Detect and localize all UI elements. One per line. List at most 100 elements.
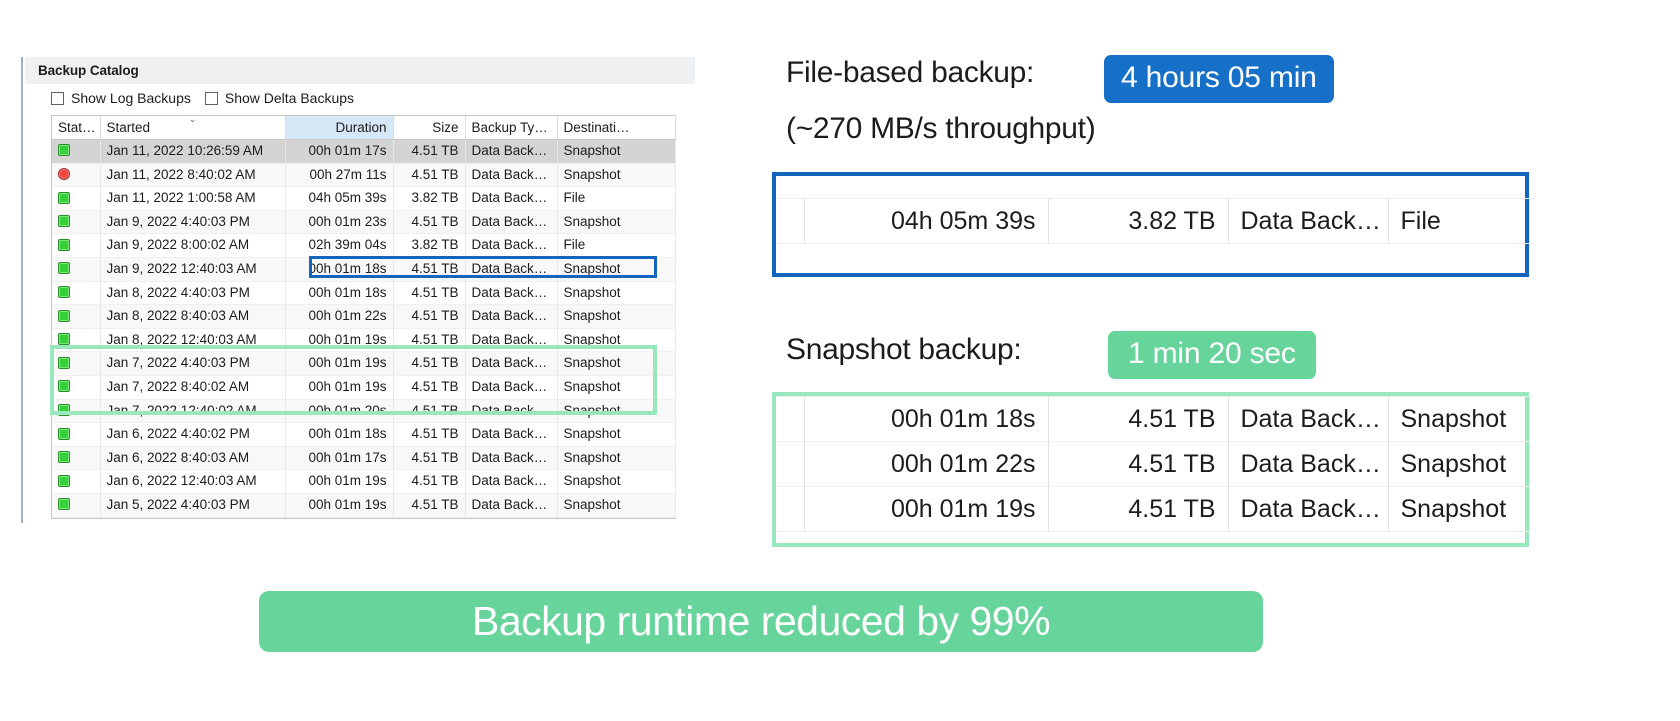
cell-destination: File: [557, 186, 676, 211]
snapshot-backup-duration-pill: 1 min 20 sec: [1108, 331, 1316, 379]
cell-size: 3.82 TB: [393, 186, 466, 211]
cell-started: Jan 11, 2022 1:00:58 AM: [100, 186, 286, 211]
cell-backup-type: Data Back…: [1228, 441, 1389, 487]
cell-size: 4.51 TB: [393, 469, 466, 494]
snapshot-backup-zoom-callout: 00h 01m 18s 4.51 TB Data Back… Snapshot 00h …: [772, 392, 1530, 547]
cell-size: 4.51 TB: [393, 375, 466, 400]
table-row[interactable]: Jan 6, 2022 12:40:03 AM 00h 01m 19s 4.51 T…: [52, 469, 676, 494]
table-row[interactable]: Jan 5, 2022 4:40:03 PM 00h 01m 19s 4.51 TB…: [52, 493, 676, 518]
checkbox-show-log-backups[interactable]: Show Log Backups: [51, 90, 191, 106]
cell-size: 4.51 TB: [393, 493, 466, 518]
cell-size: 4.51 TB: [393, 163, 466, 188]
cell-status: [52, 422, 101, 447]
cell-started: Jan 11, 2022 8:40:02 AM: [100, 163, 286, 188]
cell-destination: Snapshot: [557, 139, 676, 164]
cell-backup-type: Data Back…: [465, 399, 558, 424]
checkbox-label: Show Log Backups: [71, 90, 191, 106]
cell-duration: 00h 01m 17s: [285, 139, 394, 164]
cell-backup-type: Data Back…: [465, 446, 558, 471]
zoom-table-row: 00h 01m 18s 4.51 TB Data Back… Snapshot: [776, 396, 1530, 442]
cell-destination: Snapshot: [557, 469, 676, 494]
cell-duration: 00h 27m 11s: [285, 163, 394, 188]
cell-status: [52, 233, 101, 258]
status-ok-icon: [58, 191, 70, 204]
cell-size: 4.51 TB: [393, 328, 466, 353]
cell-destination: Snapshot: [557, 304, 676, 329]
status-ok-icon: [58, 474, 70, 487]
cell-backup-type: Data Back…: [1228, 198, 1389, 244]
cell-status: [52, 493, 101, 518]
table-row[interactable]: Jan 9, 2022 4:40:03 PM 00h 01m 23s 4.51 TB…: [52, 210, 676, 235]
cell-started: Jan 8, 2022 12:40:03 AM: [100, 328, 286, 353]
cell-destination: Snapshot: [1388, 396, 1530, 442]
zoom-table-row: 00h 01m 22s 4.51 TB Data Back… Snapshot: [776, 441, 1530, 487]
cell-size: 4.51 TB: [1048, 441, 1229, 487]
snapshot-backup-headline: Snapshot backup:: [786, 333, 1022, 366]
cell-backup-type: Data Back…: [465, 375, 558, 400]
result-banner: Backup runtime reduced by 99%: [259, 591, 1263, 652]
checkbox-show-delta-backups[interactable]: Show Delta Backups: [204, 90, 354, 106]
status-error-icon: [58, 168, 70, 181]
status-ok-icon: [58, 403, 70, 416]
table-body: Jan 11, 2022 10:26:59 AM 00h 01m 17s 4.51 …: [52, 139, 676, 518]
cell-started: Jan 8, 2022 8:40:03 AM: [100, 304, 286, 329]
table-row[interactable]: Jan 6, 2022 4:40:02 PM 00h 01m 18s 4.51 TB…: [52, 422, 676, 447]
column-header-destination[interactable]: Destinati…: [557, 116, 676, 140]
cell-backup-type: Data Back…: [465, 233, 558, 258]
table-row[interactable]: Jan 7, 2022 12:40:02 AM 00h 01m 20s 4.51 T…: [52, 399, 676, 424]
cell-duration: 00h 01m 18s: [285, 257, 394, 282]
cell-duration: 00h 01m 19s: [285, 469, 394, 494]
table-row[interactable]: Jan 8, 2022 8:40:03 AM 00h 01m 22s 4.51 TB…: [52, 304, 676, 329]
cell-backup-type: Data Back…: [465, 328, 558, 353]
zoom-table-row: 00h 01m 19s 4.51 TB Data Back… Snapshot: [776, 486, 1530, 532]
table-row[interactable]: Jan 9, 2022 12:40:03 AM 00h 01m 18s 4.51 T…: [52, 257, 676, 282]
column-header-started[interactable]: ⌄ Started: [100, 116, 286, 140]
cell-destination: Snapshot: [557, 210, 676, 235]
cell-backup-type: Data Back…: [465, 422, 558, 447]
cell-backup-type: Data Back…: [465, 139, 558, 164]
status-ok-icon: [58, 144, 70, 157]
column-header-size[interactable]: Size: [393, 116, 466, 140]
column-header-backup-type[interactable]: Backup Ty…: [465, 116, 558, 140]
cell-duration: 00h 01m 17s: [285, 446, 394, 471]
cell-size: 3.82 TB: [1048, 198, 1229, 244]
cell-duration: 00h 01m 19s: [285, 351, 394, 376]
cell-started: Jan 7, 2022 8:40:02 AM: [100, 375, 286, 400]
cell-status: [52, 375, 101, 400]
sort-ascending-icon: ⌄: [188, 116, 197, 124]
cell-destination: Snapshot: [557, 328, 676, 353]
table-row[interactable]: Jan 7, 2022 4:40:03 PM 00h 01m 19s 4.51 TB…: [52, 351, 676, 376]
table-row[interactable]: Jan 6, 2022 8:40:03 AM 00h 01m 17s 4.51 TB…: [52, 446, 676, 471]
table-row[interactable]: Jan 9, 2022 8:00:02 AM 02h 39m 04s 3.82 TB…: [52, 233, 676, 258]
cell-backup-type: Data Back…: [465, 186, 558, 211]
table-row[interactable]: Jan 8, 2022 12:40:03 AM 00h 01m 19s 4.51 T…: [52, 328, 676, 353]
table-row[interactable]: Jan 11, 2022 10:26:59 AM 00h 01m 17s 4.51 …: [52, 139, 676, 164]
column-header-status[interactable]: Stat…: [52, 116, 101, 140]
table-row[interactable]: Jan 11, 2022 1:00:58 AM 04h 05m 39s 3.82 T…: [52, 186, 676, 211]
table-row[interactable]: Jan 7, 2022 8:40:02 AM 00h 01m 19s 4.51 TB…: [52, 375, 676, 400]
cell-duration: 00h 01m 19s: [285, 328, 394, 353]
table-header-row: Stat… ⌄ Started Duration Size Backup Ty…: [52, 116, 676, 140]
cell-backup-type: Data Back…: [465, 469, 558, 494]
cell-started: Jan 6, 2022 4:40:02 PM: [100, 422, 286, 447]
cell-status: [52, 351, 101, 376]
cell-status: [52, 210, 101, 235]
backup-catalog-table[interactable]: Stat… ⌄ Started Duration Size Backup Ty…: [51, 115, 676, 519]
checkbox-box-icon[interactable]: [51, 91, 64, 105]
status-ok-icon: [58, 309, 70, 322]
cell-size: 4.51 TB: [393, 210, 466, 235]
table-row[interactable]: Jan 11, 2022 8:40:02 AM 00h 27m 11s 4.51 T…: [52, 163, 676, 188]
status-ok-icon: [58, 380, 70, 393]
column-header-duration[interactable]: Duration: [285, 116, 394, 140]
cell-size: 4.51 TB: [393, 351, 466, 376]
cell-status: [52, 139, 101, 164]
cell-duration: 04h 05m 39s: [285, 186, 394, 211]
cell-duration: 00h 01m 19s: [285, 493, 394, 518]
table-row[interactable]: Jan 8, 2022 4:40:03 PM 00h 01m 18s 4.51 TB…: [52, 281, 676, 306]
cell-backup-type: Data Back…: [465, 493, 558, 518]
cell-destination: Snapshot: [557, 351, 676, 376]
cell-backup-type: Data Back…: [465, 210, 558, 235]
checkbox-box-icon[interactable]: [204, 91, 218, 105]
cell-size: 4.51 TB: [393, 446, 466, 471]
cell-backup-type: Data Back…: [465, 163, 558, 188]
